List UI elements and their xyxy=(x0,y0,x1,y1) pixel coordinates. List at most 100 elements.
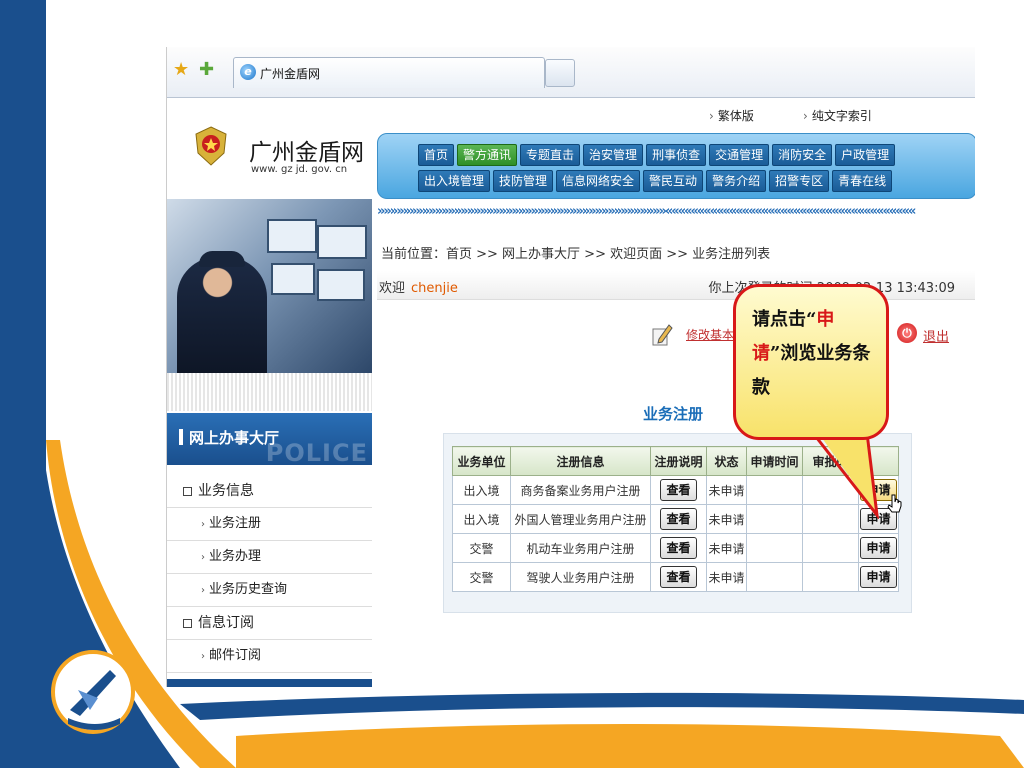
instruction-callout: 请点击“申请”浏览业务条款 xyxy=(733,284,889,440)
mouse-pointer-icon xyxy=(887,494,902,513)
nav-item-nav_row1-0[interactable]: 首页 xyxy=(418,144,455,166)
unit-cell: 出入境 xyxy=(452,475,511,505)
view-cell: 查看 xyxy=(650,504,707,534)
apply-button[interactable]: 申请 xyxy=(860,566,897,588)
breadcrumb: 当前位置：首页 >> 网上办事大厅 >> 欢迎页面 >> 业务注册列表 xyxy=(381,247,771,262)
callout-text: 请点击“申请”浏览业务条款 xyxy=(752,309,871,398)
nav-item-nav_row2-0[interactable]: 出入境管理 xyxy=(418,170,491,192)
sidebar-item[interactable]: › 业务历史查询 xyxy=(167,574,372,607)
column-header: 注册信息 xyxy=(510,446,651,476)
text-index-link[interactable]: › 纯文字索引 xyxy=(803,107,872,124)
sidebar-header: 网上办事大厅 POLICE xyxy=(167,413,372,467)
sidebar-item[interactable]: 业务信息 xyxy=(167,475,372,508)
sidebar-bottom-bar xyxy=(167,679,372,687)
nav-item-nav_row1-2[interactable]: 专题直击 xyxy=(520,144,581,166)
unit-cell: 交警 xyxy=(452,562,511,592)
browser-tab-bar: ★ ✚ e 广州金盾网 xyxy=(167,47,975,98)
ie-page-icon: e xyxy=(240,64,256,80)
hero-photo xyxy=(167,199,372,373)
square-bullet-icon xyxy=(183,618,192,628)
favorites-star-icon[interactable]: ★ xyxy=(173,59,189,80)
sidebar-item[interactable]: › 业务注册 xyxy=(167,508,372,541)
apply-button[interactable]: 申请 xyxy=(860,537,897,559)
info-cell: 驾驶人业务用户注册 xyxy=(510,562,651,592)
decorative-pattern xyxy=(167,373,372,411)
sidebar-menu: 业务信息 › 业务注册 › 业务办理 › 业务历史查询 信息订阅 › 邮件订阅 xyxy=(167,475,372,673)
nav-item-nav_row1-7[interactable]: 户政管理 xyxy=(835,144,896,166)
nav-item-nav_row1-5[interactable]: 交通管理 xyxy=(709,144,770,166)
arrow-icon: › xyxy=(201,585,205,596)
nav-item-nav_row1-6[interactable]: 消防安全 xyxy=(772,144,833,166)
slide-title: 三、网上商务备案申请操作说明 xyxy=(17,62,41,370)
nav-row-1: 首页 警方通讯 专题直击 治安管理 刑事侦查 交通管理 消防安全 户政管理 xyxy=(418,144,896,166)
exit-icon[interactable]: ⏻ xyxy=(897,323,917,343)
column-header: 状态 xyxy=(706,446,747,476)
traditional-chinese-link[interactable]: › 繁体版 xyxy=(709,107,754,124)
column-header: 业务单位 xyxy=(452,446,511,476)
sidebar-watermark: POLICE xyxy=(265,439,368,467)
table-row: 交警 机动车业务用户注册 查看 未申请 申请 xyxy=(452,533,899,563)
edit-profile-link[interactable]: 修改基本 xyxy=(686,326,734,343)
nav-item-nav_row1-1[interactable]: 警方通讯 xyxy=(457,144,518,166)
sidebar-item-label: 业务办理 xyxy=(209,549,262,564)
browser-tab-title: 广州金盾网 xyxy=(260,67,321,81)
new-tab-button[interactable] xyxy=(545,59,575,87)
sidebar-item-label: 业务注册 xyxy=(209,516,262,531)
status-cell: 未申请 xyxy=(706,475,747,505)
info-cell: 商务备案业务用户注册 xyxy=(510,475,651,505)
view-button[interactable]: 查看 xyxy=(660,479,697,501)
approve-time-cell xyxy=(802,533,859,563)
registration-title: 业务注册 xyxy=(643,405,704,423)
unit-cell: 出入境 xyxy=(452,504,511,534)
view-button[interactable]: 查看 xyxy=(660,566,697,588)
sidebar-item[interactable]: 信息订阅 xyxy=(167,607,372,640)
nav-item-nav_row2-2[interactable]: 信息网络安全 xyxy=(556,170,641,192)
sidebar-item[interactable]: › 业务办理 xyxy=(167,541,372,574)
nav-item-nav_row2-5[interactable]: 招警专区 xyxy=(769,170,830,192)
welcome-text: 欢迎 chenjie xyxy=(379,281,458,296)
exit-link[interactable]: 退出 xyxy=(923,326,949,345)
sidebar-item-label: 业务历史查询 xyxy=(209,582,288,597)
view-button[interactable]: 查看 xyxy=(660,537,697,559)
info-cell: 机动车业务用户注册 xyxy=(510,533,651,563)
approve-time-cell xyxy=(802,562,859,592)
apply-cell: 申请 xyxy=(858,562,899,592)
site-name: 广州金盾网 xyxy=(249,140,364,166)
slide-logo-icon xyxy=(51,650,135,734)
sidebar-item-label: 信息订阅 xyxy=(198,615,254,631)
status-cell: 未申请 xyxy=(706,504,747,534)
username: chenjie xyxy=(411,281,458,296)
nav-item-nav_row1-3[interactable]: 治安管理 xyxy=(583,144,644,166)
police-emblem-icon xyxy=(195,126,227,166)
view-button[interactable]: 查看 xyxy=(660,508,697,530)
site-url: www. gz jd. gov. cn xyxy=(251,164,348,175)
sidebar-item-label: 业务信息 xyxy=(198,483,254,499)
view-cell: 查看 xyxy=(650,475,707,505)
sidebar-item[interactable]: › 邮件订阅 xyxy=(167,640,372,673)
status-cell: 未申请 xyxy=(706,533,747,563)
info-cell: 外国人管理业务用户注册 xyxy=(510,504,651,534)
apply-time-cell xyxy=(746,562,803,592)
edit-pencil-icon[interactable] xyxy=(651,323,673,347)
view-cell: 查看 xyxy=(650,533,707,563)
nav-item-nav_row2-4[interactable]: 警务介绍 xyxy=(706,170,767,192)
main-nav: 首页 警方通讯 专题直击 治安管理 刑事侦查 交通管理 消防安全 户政管理 出入境管理 技防管理… xyxy=(377,133,975,199)
unit-cell: 交警 xyxy=(452,533,511,563)
square-bullet-icon xyxy=(183,486,192,496)
apply-cell: 申请 xyxy=(858,533,899,563)
table-row: 交警 驾驶人业务用户注册 查看 未申请 申请 xyxy=(452,562,899,592)
nav-item-nav_row2-1[interactable]: 技防管理 xyxy=(493,170,554,192)
arrow-icon: › xyxy=(201,651,205,662)
sidebar-item-label: 邮件订阅 xyxy=(209,648,262,663)
decorative-chevron-band: »»»»»»»»»»»»»»»»»»»»»»»»»»»»»»»»»»»»»»»»… xyxy=(377,205,916,219)
arrow-icon: › xyxy=(803,109,808,123)
nav-item-nav_row2-3[interactable]: 警民互动 xyxy=(643,170,704,192)
nav-row-2: 出入境管理 技防管理 信息网络安全 警民互动 警务介绍 招警专区 青春在线 xyxy=(418,170,893,192)
add-favorites-icon[interactable]: ✚ xyxy=(199,59,214,80)
nav-item-nav_row1-4[interactable]: 刑事侦查 xyxy=(646,144,707,166)
browser-screenshot: ★ ✚ e 广州金盾网 › 繁体版 › 纯文字索引 广州金盾网 www. gz jd… xyxy=(166,47,975,687)
arrow-icon: › xyxy=(201,519,205,530)
column-header: 注册说明 xyxy=(650,446,707,476)
nav-item-nav_row2-6[interactable]: 青春在线 xyxy=(832,170,893,192)
browser-tab[interactable]: e 广州金盾网 xyxy=(233,57,545,88)
